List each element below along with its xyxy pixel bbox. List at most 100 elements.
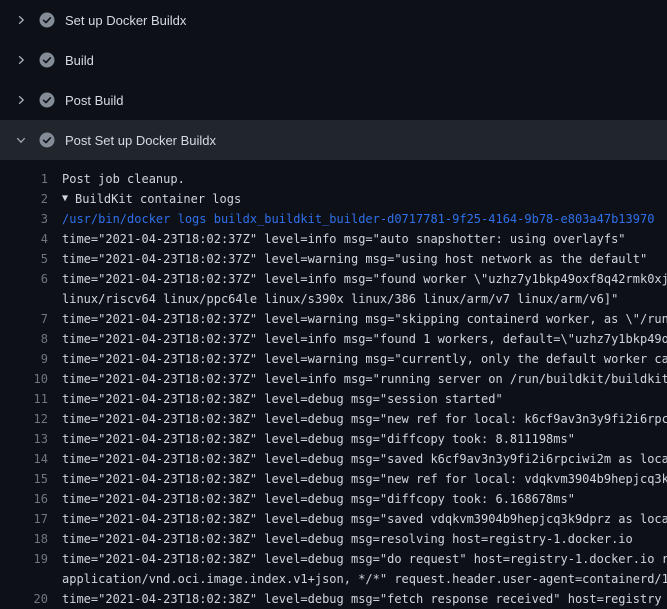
log-line: 6 time="2021-04-23T18:02:37Z" level=info… bbox=[0, 269, 667, 289]
log-line-content: time="2021-04-23T18:02:38Z" level=debug … bbox=[62, 529, 667, 549]
log-text: time="2021-04-23T18:02:38Z" level=debug … bbox=[62, 489, 575, 509]
line-number[interactable]: 9 bbox=[0, 349, 48, 369]
log-text: time="2021-04-23T18:02:38Z" level=debug … bbox=[62, 409, 667, 429]
line-number[interactable]: 18 bbox=[0, 529, 48, 549]
log-line-content: time="2021-04-23T18:02:38Z" level=debug … bbox=[62, 409, 667, 429]
chevron-icon[interactable] bbox=[13, 12, 29, 28]
log-text: time="2021-04-23T18:02:38Z" level=debug … bbox=[62, 449, 667, 469]
log-line: 2 ▼ BuildKit container logs bbox=[0, 189, 667, 209]
line-number[interactable]: 7 bbox=[0, 309, 48, 329]
step-label: Post Build bbox=[65, 93, 124, 108]
log-text: time="2021-04-23T18:02:38Z" level=debug … bbox=[62, 469, 667, 489]
log-line-content: time="2021-04-23T18:02:38Z" level=debug … bbox=[62, 429, 667, 449]
chevron-icon[interactable] bbox=[13, 92, 29, 108]
log-line-content: time="2021-04-23T18:02:38Z" level=debug … bbox=[62, 509, 667, 529]
step-label: Build bbox=[65, 53, 94, 68]
step-label: Set up Docker Buildx bbox=[65, 13, 186, 28]
line-number[interactable] bbox=[0, 289, 48, 309]
log-text: time="2021-04-23T18:02:38Z" level=debug … bbox=[62, 549, 667, 569]
log-line-content: time="2021-04-23T18:02:37Z" level=info m… bbox=[62, 229, 667, 249]
line-number[interactable]: 2 bbox=[0, 189, 48, 209]
log-text: BuildKit container logs bbox=[75, 189, 241, 209]
check-circle-icon bbox=[39, 12, 55, 28]
line-number[interactable]: 1 bbox=[0, 169, 48, 189]
line-number[interactable]: 15 bbox=[0, 469, 48, 489]
log-line-content: Post job cleanup. bbox=[62, 169, 667, 189]
step-header[interactable]: Set up Docker Buildx bbox=[0, 0, 667, 40]
log-line: 8 time="2021-04-23T18:02:37Z" level=info… bbox=[0, 329, 667, 349]
log-line-content: time="2021-04-23T18:02:37Z" level=warnin… bbox=[62, 249, 667, 269]
log-line-content: time="2021-04-23T18:02:38Z" level=debug … bbox=[62, 449, 667, 469]
line-number[interactable]: 4 bbox=[0, 229, 48, 249]
log-line: 4 time="2021-04-23T18:02:37Z" level=info… bbox=[0, 229, 667, 249]
log-text: time="2021-04-23T18:02:38Z" level=debug … bbox=[62, 529, 633, 549]
step-header[interactable]: Post Build bbox=[0, 80, 667, 120]
log-line: linux/riscv64 linux/ppc64le linux/s390x … bbox=[0, 289, 667, 309]
line-number[interactable]: 10 bbox=[0, 369, 48, 389]
line-number[interactable]: 19 bbox=[0, 549, 48, 569]
log-text: time="2021-04-23T18:02:37Z" level=info m… bbox=[62, 269, 667, 289]
line-number[interactable]: 13 bbox=[0, 429, 48, 449]
log-line: application/vnd.oci.image.index.v1+json,… bbox=[0, 569, 667, 589]
chevron-icon[interactable] bbox=[13, 132, 29, 148]
log-line: 13 time="2021-04-23T18:02:38Z" level=deb… bbox=[0, 429, 667, 449]
log-text: Post job cleanup. bbox=[62, 169, 185, 189]
line-number[interactable]: 8 bbox=[0, 329, 48, 349]
line-number[interactable]: 14 bbox=[0, 449, 48, 469]
log-text: time="2021-04-23T18:02:37Z" level=info m… bbox=[62, 229, 626, 249]
log-line-content: time="2021-04-23T18:02:37Z" level=info m… bbox=[62, 269, 667, 289]
log-text: time="2021-04-23T18:02:38Z" level=debug … bbox=[62, 389, 503, 409]
log-line: 5 time="2021-04-23T18:02:37Z" level=warn… bbox=[0, 249, 667, 269]
step-label: Post Set up Docker Buildx bbox=[65, 133, 216, 148]
log-line-content: /usr/bin/docker logs buildx_buildkit_bui… bbox=[62, 209, 667, 229]
log-line: 20 time="2021-04-23T18:02:38Z" level=deb… bbox=[0, 589, 667, 609]
line-number[interactable] bbox=[0, 569, 48, 589]
log-line-content: time="2021-04-23T18:02:37Z" level=info m… bbox=[62, 369, 667, 389]
chevron-right-icon bbox=[15, 14, 27, 26]
chevron-down-icon bbox=[15, 134, 27, 146]
log-line-content: time="2021-04-23T18:02:37Z" level=warnin… bbox=[62, 309, 667, 329]
line-number[interactable]: 3 bbox=[0, 209, 48, 229]
log-text: time="2021-04-23T18:02:38Z" level=debug … bbox=[62, 429, 575, 449]
log-line-content: time="2021-04-23T18:02:37Z" level=info m… bbox=[62, 329, 667, 349]
check-circle-icon bbox=[39, 92, 55, 108]
log-line-content: time="2021-04-23T18:02:38Z" level=debug … bbox=[62, 549, 667, 569]
log-line-content: time="2021-04-23T18:02:37Z" level=warnin… bbox=[62, 349, 667, 369]
log-line-content: linux/riscv64 linux/ppc64le linux/s390x … bbox=[62, 289, 667, 309]
line-number[interactable]: 20 bbox=[0, 589, 48, 609]
log-text: /usr/bin/docker logs buildx_buildkit_bui… bbox=[62, 209, 654, 229]
chevron-icon[interactable] bbox=[13, 52, 29, 68]
log-line: 15 time="2021-04-23T18:02:38Z" level=deb… bbox=[0, 469, 667, 489]
workflow-log-viewer: Set up Docker Buildx Build Post Build Po… bbox=[0, 0, 667, 600]
step-header[interactable]: Post Set up Docker Buildx bbox=[0, 120, 667, 160]
chevron-right-icon bbox=[15, 54, 27, 66]
step-header[interactable]: Build bbox=[0, 40, 667, 80]
log-line: 7 time="2021-04-23T18:02:37Z" level=warn… bbox=[0, 309, 667, 329]
log-line: 16 time="2021-04-23T18:02:38Z" level=deb… bbox=[0, 489, 667, 509]
log-text: time="2021-04-23T18:02:37Z" level=info m… bbox=[62, 369, 667, 389]
log-line: 14 time="2021-04-23T18:02:38Z" level=deb… bbox=[0, 449, 667, 469]
line-number[interactable]: 11 bbox=[0, 389, 48, 409]
group-toggle-icon[interactable]: ▼ bbox=[62, 189, 68, 209]
line-number[interactable]: 17 bbox=[0, 509, 48, 529]
line-number[interactable]: 5 bbox=[0, 249, 48, 269]
log-line-content: time="2021-04-23T18:02:38Z" level=debug … bbox=[62, 489, 667, 509]
chevron-right-icon bbox=[15, 94, 27, 106]
log-text: time="2021-04-23T18:02:38Z" level=debug … bbox=[62, 589, 662, 609]
log-text: time="2021-04-23T18:02:37Z" level=warnin… bbox=[62, 349, 667, 369]
line-number[interactable]: 6 bbox=[0, 269, 48, 289]
log-line: 10 time="2021-04-23T18:02:37Z" level=inf… bbox=[0, 369, 667, 389]
check-circle-icon bbox=[39, 52, 55, 68]
log-text: time="2021-04-23T18:02:37Z" level=warnin… bbox=[62, 249, 647, 269]
log-text: time="2021-04-23T18:02:37Z" level=warnin… bbox=[62, 309, 667, 329]
line-number[interactable]: 16 bbox=[0, 489, 48, 509]
log-line: 19 time="2021-04-23T18:02:38Z" level=deb… bbox=[0, 549, 667, 569]
log-line-content: ▼ BuildKit container logs bbox=[62, 189, 667, 209]
log-line: 9 time="2021-04-23T18:02:37Z" level=warn… bbox=[0, 349, 667, 369]
log-line: 11 time="2021-04-23T18:02:38Z" level=deb… bbox=[0, 389, 667, 409]
log-line: 18 time="2021-04-23T18:02:38Z" level=deb… bbox=[0, 529, 667, 549]
log-line-content: time="2021-04-23T18:02:38Z" level=debug … bbox=[62, 469, 667, 489]
line-number[interactable]: 12 bbox=[0, 409, 48, 429]
log-line-content: application/vnd.oci.image.index.v1+json,… bbox=[62, 569, 667, 589]
log-line: 17 time="2021-04-23T18:02:38Z" level=deb… bbox=[0, 509, 667, 529]
